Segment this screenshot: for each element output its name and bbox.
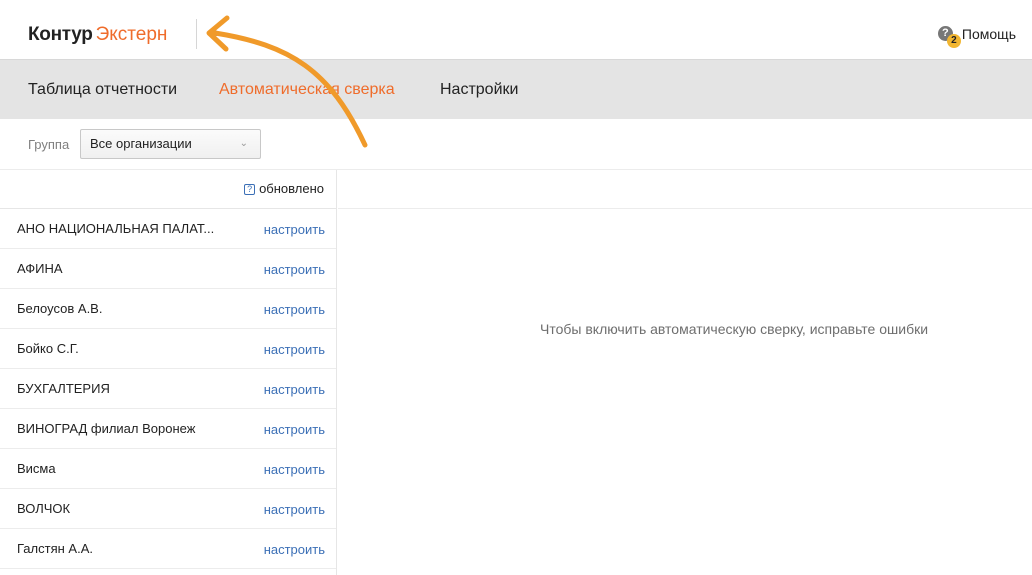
configure-link[interactable]: настроить — [264, 302, 325, 318]
list-item: Висма настроить — [0, 449, 336, 489]
list-item: Галстян А.А. настроить — [0, 529, 336, 569]
organization-name: Белоусов А.В. — [17, 301, 103, 316]
group-select-value: Все организации — [90, 136, 192, 151]
list-item: Белоусов А.В. настроить — [0, 289, 336, 329]
help-square-icon[interactable]: ? — [244, 184, 256, 195]
tab-settings[interactable]: Настройки — [440, 80, 518, 100]
organization-name: БУХГАЛТЕРИЯ — [17, 381, 110, 396]
list-item: БУХГАЛТЕРИЯ настроить — [0, 369, 336, 409]
list-item: ВИНОГРАД филиал Воронеж настроить — [0, 409, 336, 449]
help-label: Помощь — [961, 26, 1016, 42]
organization-name: ВИНОГРАД филиал Воронеж — [17, 421, 196, 436]
configure-link[interactable]: настроить — [264, 222, 325, 238]
configure-link[interactable]: настроить — [264, 502, 325, 518]
top-header: Контур Экстерн ‹ ? 2 Помощь — [0, 0, 1032, 60]
logo-product: Экстерн — [95, 24, 168, 45]
list-item: АФИНА настроить — [0, 249, 336, 289]
list-item: ВОЛЧОК настроить — [0, 489, 336, 529]
logo[interactable]: Контур Экстерн — [28, 23, 167, 47]
help-badge: 2 — [946, 34, 961, 48]
help-button[interactable]: ? 2 Помощь — [937, 24, 1016, 48]
header-divider — [196, 19, 197, 49]
product-switcher-chevron-icon[interactable]: ‹ — [213, 23, 218, 41]
configure-link[interactable]: настроить — [264, 342, 325, 358]
organization-name: ВОЛЧОК — [17, 501, 71, 516]
list-header: ? обновлено — [0, 170, 336, 209]
tab-auto-reconciliation[interactable]: Автоматическая сверка — [219, 80, 395, 100]
configure-link[interactable]: настроить — [264, 462, 325, 478]
empty-state-message: Чтобы включить автоматическую сверку, ис… — [540, 321, 929, 337]
organization-name: АФИНА — [17, 261, 63, 276]
organization-name: Висма — [17, 461, 56, 476]
organization-name: АНО НАЦИОНАЛЬНАЯ ПАЛАТ... — [17, 221, 215, 236]
chevron-down-icon: ⌄ — [239, 138, 248, 149]
configure-link[interactable]: настроить — [264, 262, 325, 278]
organization-name: Галстян А.А. — [17, 541, 93, 556]
updated-label: обновлено — [259, 181, 324, 196]
nav-bar: Таблица отчетности Автоматическая сверка… — [0, 59, 1032, 119]
organization-name: Бойко С.Г. — [17, 341, 79, 356]
configure-link[interactable]: настроить — [264, 382, 325, 398]
logo-brand: Контур — [28, 24, 93, 45]
page: Контур Экстерн ‹ ? 2 Помощь Таблица отчет… — [0, 0, 1032, 575]
configure-link[interactable]: настроить — [264, 542, 325, 558]
details-header — [338, 170, 1032, 209]
list-item: АНО НАЦИОНАЛЬНАЯ ПАЛАТ... настроить — [0, 209, 336, 249]
organization-list: ? обновлено АНО НАЦИОНАЛЬНАЯ ПАЛАТ... нас… — [0, 170, 337, 575]
list-item: Бойко С.Г. настроить — [0, 329, 336, 369]
updated-column-header: ? обновлено — [244, 181, 324, 197]
configure-link[interactable]: настроить — [264, 422, 325, 438]
filter-row: Группа Все организации ⌄ — [0, 119, 1032, 170]
group-label: Группа — [28, 137, 70, 152]
group-select[interactable]: Все организации ⌄ — [80, 129, 261, 159]
tab-reporting-table[interactable]: Таблица отчетности — [28, 80, 177, 100]
help-question-icon: ? 2 — [937, 26, 961, 48]
